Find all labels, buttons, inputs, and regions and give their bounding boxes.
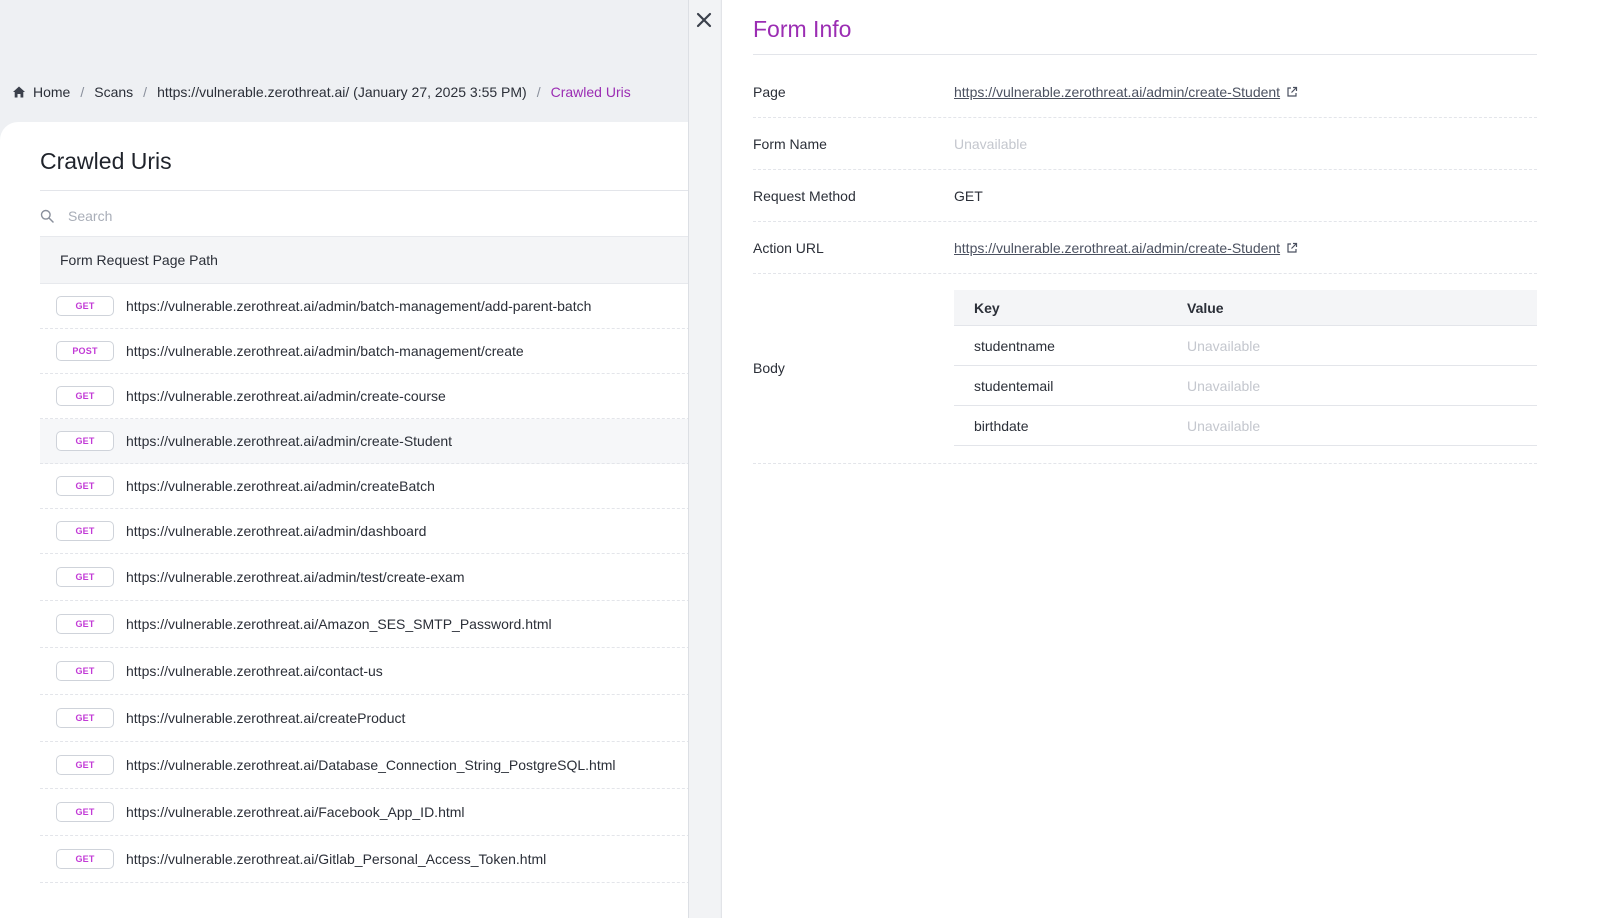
breadcrumb-separator: / bbox=[80, 84, 85, 100]
method-badge: GET bbox=[56, 431, 114, 451]
body-key: birthdate bbox=[974, 417, 1029, 434]
breadcrumb-home-link[interactable]: Home bbox=[33, 84, 70, 100]
method-badge: POST bbox=[56, 341, 114, 361]
body-key: studentemail bbox=[974, 377, 1054, 394]
table-row[interactable]: GET https://vulnerable.zerothreat.ai/Git… bbox=[40, 836, 720, 883]
breadcrumb-scan-link[interactable]: https://vulnerable.zerothreat.ai/ (Janua… bbox=[157, 84, 527, 100]
drawer-divider bbox=[753, 54, 1537, 55]
method-badge: GET bbox=[56, 296, 114, 316]
method-badge: GET bbox=[56, 708, 114, 728]
search-input[interactable] bbox=[68, 208, 668, 224]
table-row[interactable]: GET https://vulnerable.zerothreat.ai/adm… bbox=[40, 464, 720, 509]
form-name-row: Form Name Unavailable bbox=[753, 118, 1537, 170]
body-label: Body bbox=[753, 360, 785, 376]
row-url: https://vulnerable.zerothreat.ai/Amazon_… bbox=[126, 616, 552, 632]
close-button[interactable] bbox=[690, 6, 718, 34]
row-url: https://vulnerable.zerothreat.ai/admin/c… bbox=[126, 433, 453, 449]
method-badge: GET bbox=[56, 849, 114, 869]
page-background: Home / Scans / https://vulnerable.zeroth… bbox=[0, 0, 720, 918]
title-divider bbox=[40, 190, 720, 191]
method-badge: GET bbox=[56, 386, 114, 406]
form-name-label: Form Name bbox=[753, 135, 827, 152]
search-bar bbox=[40, 200, 720, 232]
home-icon bbox=[13, 86, 25, 98]
body-value: Unavailable bbox=[1187, 377, 1261, 394]
search-icon bbox=[40, 209, 54, 223]
request-method-value: GET bbox=[954, 187, 983, 204]
drawer-backdrop[interactable] bbox=[688, 0, 720, 918]
action-url-link[interactable]: https://vulnerable.zerothreat.ai/admin/c… bbox=[954, 240, 1280, 256]
row-url: https://vulnerable.zerothreat.ai/admin/c… bbox=[126, 388, 446, 404]
row-url: https://vulnerable.zerothreat.ai/Faceboo… bbox=[126, 804, 465, 820]
page-row: Page https://vulnerable.zerothreat.ai/ad… bbox=[753, 66, 1537, 118]
table-row[interactable]: GET https://vulnerable.zerothreat.ai/Ama… bbox=[40, 601, 720, 648]
table-row[interactable]: GET https://vulnerable.zerothreat.ai/Dat… bbox=[40, 742, 720, 789]
action-url-value: https://vulnerable.zerothreat.ai/admin/c… bbox=[954, 240, 1298, 256]
body-key: studentname bbox=[974, 337, 1055, 354]
value-column-header: Value bbox=[1187, 299, 1224, 316]
body-table-header: Key Value bbox=[954, 290, 1537, 326]
method-badge: GET bbox=[56, 802, 114, 822]
page-label: Page bbox=[753, 83, 786, 100]
table-row[interactable]: GET https://vulnerable.zerothreat.ai/cre… bbox=[40, 695, 720, 742]
table-row[interactable]: GET https://vulnerable.zerothreat.ai/adm… bbox=[40, 509, 720, 554]
body-table-row: studentname Unavailable bbox=[954, 326, 1537, 366]
crawled-uri-list: GET https://vulnerable.zerothreat.ai/adm… bbox=[40, 284, 720, 883]
row-url: https://vulnerable.zerothreat.ai/admin/c… bbox=[126, 478, 435, 494]
request-method-row: Request Method GET bbox=[753, 170, 1537, 222]
form-name-value: Unavailable bbox=[954, 135, 1028, 152]
method-badge: GET bbox=[56, 755, 114, 775]
row-url: https://vulnerable.zerothreat.ai/Gitlab_… bbox=[126, 851, 547, 867]
external-link-icon[interactable] bbox=[1286, 86, 1298, 98]
table-row[interactable]: GET https://vulnerable.zerothreat.ai/adm… bbox=[40, 374, 720, 419]
table-row-selected[interactable]: GET https://vulnerable.zerothreat.ai/adm… bbox=[40, 419, 720, 464]
page-title: Crawled Uris bbox=[40, 148, 172, 174]
page-value: https://vulnerable.zerothreat.ai/admin/c… bbox=[954, 84, 1298, 100]
row-url: https://vulnerable.zerothreat.ai/admin/t… bbox=[126, 569, 465, 585]
row-url: https://vulnerable.zerothreat.ai/contact… bbox=[126, 663, 383, 679]
breadcrumb-scans-link[interactable]: Scans bbox=[94, 84, 133, 100]
method-badge: GET bbox=[56, 476, 114, 496]
method-badge: GET bbox=[56, 614, 114, 634]
table-row[interactable]: GET https://vulnerable.zerothreat.ai/adm… bbox=[40, 284, 720, 329]
breadcrumb-current: Crawled Uris bbox=[550, 84, 631, 100]
table-row[interactable]: GET https://vulnerable.zerothreat.ai/Fac… bbox=[40, 789, 720, 836]
page-link[interactable]: https://vulnerable.zerothreat.ai/admin/c… bbox=[954, 84, 1280, 100]
method-badge: GET bbox=[56, 661, 114, 681]
method-badge: GET bbox=[56, 567, 114, 587]
close-icon bbox=[696, 12, 712, 28]
form-info-drawer: Form Info Page https://vulnerable.zeroth… bbox=[721, 0, 1600, 918]
breadcrumb-separator: / bbox=[143, 84, 148, 100]
row-url: https://vulnerable.zerothreat.ai/Databas… bbox=[126, 757, 616, 773]
row-url: https://vulnerable.zerothreat.ai/createP… bbox=[126, 710, 406, 726]
body-table-row: studentemail Unavailable bbox=[954, 366, 1537, 406]
action-url-label: Action URL bbox=[753, 239, 824, 256]
row-url: https://vulnerable.zerothreat.ai/admin/b… bbox=[126, 343, 524, 359]
key-column-header: Key bbox=[974, 299, 1000, 316]
drawer-title: Form Info bbox=[753, 16, 852, 42]
external-link-icon[interactable] bbox=[1286, 242, 1298, 254]
request-method-label: Request Method bbox=[753, 187, 856, 204]
body-row: Body Key Value studentname Unavailable s… bbox=[753, 274, 1537, 464]
column-header: Form Request Page Path bbox=[40, 236, 720, 284]
row-url: https://vulnerable.zerothreat.ai/admin/b… bbox=[126, 298, 592, 314]
breadcrumb: Home / Scans / https://vulnerable.zeroth… bbox=[12, 82, 631, 102]
row-url: https://vulnerable.zerothreat.ai/admin/d… bbox=[126, 523, 427, 539]
action-url-row: Action URL https://vulnerable.zerothreat… bbox=[753, 222, 1537, 274]
body-table: Key Value studentname Unavailable studen… bbox=[954, 290, 1537, 446]
body-table-row: birthdate Unavailable bbox=[954, 406, 1537, 446]
method-badge: GET bbox=[56, 521, 114, 541]
table-row[interactable]: GET https://vulnerable.zerothreat.ai/con… bbox=[40, 648, 720, 695]
table-row[interactable]: GET https://vulnerable.zerothreat.ai/adm… bbox=[40, 554, 720, 601]
body-value: Unavailable bbox=[1187, 337, 1261, 354]
table-row[interactable]: POST https://vulnerable.zerothreat.ai/ad… bbox=[40, 329, 720, 374]
body-value: Unavailable bbox=[1187, 417, 1261, 434]
breadcrumb-separator: / bbox=[536, 84, 541, 100]
